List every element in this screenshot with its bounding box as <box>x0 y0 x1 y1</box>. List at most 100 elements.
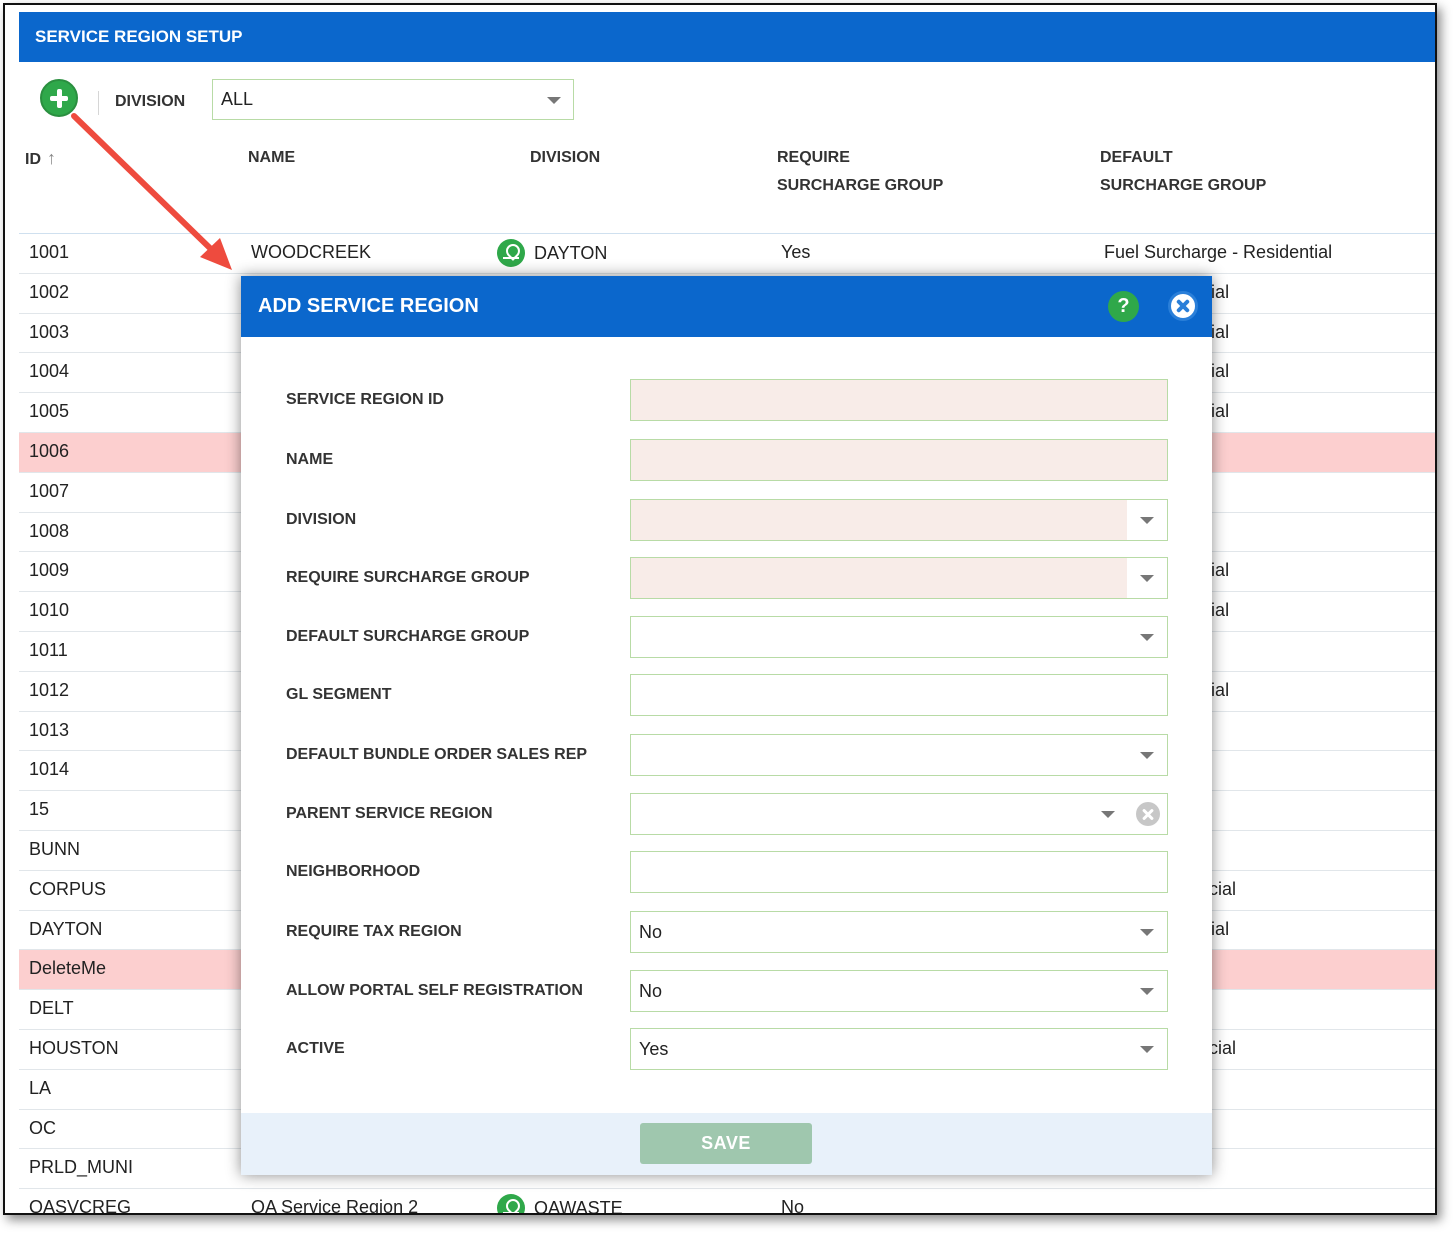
column-header-division[interactable]: DIVISION <box>530 144 600 172</box>
cell-name: QA Service Region 2 <box>251 1197 419 1215</box>
form-row: REQUIRE SURCHARGE GROUP <box>241 557 1212 599</box>
cell-id: PRLD_MUNI <box>29 1157 134 1178</box>
division-filter-select[interactable]: ALL <box>212 79 574 120</box>
field-label: PARENT SERVICE REGION <box>286 805 493 822</box>
cell-id: 1007 <box>29 480 70 501</box>
cell-require-surcharge: No <box>781 1197 805 1215</box>
cell-require-surcharge: Yes <box>781 242 811 262</box>
chevron-down-icon[interactable] <box>1140 575 1154 582</box>
require-surcharge-group-select[interactable] <box>630 557 1168 599</box>
field-label: ACTIVE <box>286 1040 345 1057</box>
field-label: GL SEGMENT <box>286 686 392 703</box>
cell-id: 1012 <box>29 679 70 700</box>
cell-id: QASVCREG <box>29 1197 132 1215</box>
column-header-id[interactable]: ID ↑ <box>25 144 56 174</box>
division-select[interactable] <box>630 499 1168 541</box>
cell-id: 1011 <box>29 639 68 660</box>
dialog-footer: SAVE <box>241 1113 1212 1175</box>
map-pin-icon <box>497 239 525 267</box>
column-header-default-surcharge[interactable]: DEFAULT SURCHARGE GROUP <box>1100 144 1266 200</box>
cell-id: 1004 <box>29 361 70 382</box>
column-header-require-surcharge[interactable]: REQUIRE SURCHARGE GROUP <box>777 144 943 200</box>
cell-id: 1003 <box>29 321 70 342</box>
cell-id: HOUSTON <box>29 1037 119 1058</box>
form-row: GL SEGMENT <box>241 674 1212 716</box>
field-label: NEIGHBORHOOD <box>286 863 421 880</box>
chevron-down-icon[interactable] <box>1140 517 1154 524</box>
allow-portal-self-registration-select[interactable]: No <box>630 970 1168 1012</box>
division-filter-value: ALL <box>221 89 254 109</box>
form-row: DEFAULT BUNDLE ORDER SALES REP <box>241 734 1212 776</box>
field-label: DEFAULT SURCHARGE GROUP <box>286 628 530 645</box>
cell-id: 1002 <box>29 281 70 302</box>
form-row: SERVICE REGION ID <box>241 379 1212 421</box>
add-region-button[interactable] <box>40 79 78 117</box>
chevron-down-icon <box>547 97 561 104</box>
field-label: DIVISION <box>286 511 357 528</box>
cell-id: DELT <box>29 998 74 1019</box>
field-value: No <box>639 922 663 942</box>
require-tax-region-select[interactable]: No <box>630 911 1168 953</box>
cell-default-surcharge: Fuel Surcharge - Residential <box>1104 242 1333 262</box>
toolbar: DIVISION ALL <box>19 62 1435 122</box>
field-value: Yes <box>639 1039 669 1059</box>
form-row: ACTIVE Yes <box>241 1028 1212 1070</box>
toolbar-divider <box>98 91 99 115</box>
cell-division: QAWASTE <box>497 1194 623 1213</box>
cell-id: 1005 <box>29 401 70 422</box>
active-select[interactable]: Yes <box>630 1028 1168 1070</box>
dialog-title: ADD SERVICE REGION <box>241 276 1212 337</box>
field-label: REQUIRE SURCHARGE GROUP <box>286 569 530 586</box>
form-row: NEIGHBORHOOD <box>241 851 1212 893</box>
chevron-down-icon[interactable] <box>1101 811 1115 818</box>
neighborhood-input[interactable] <box>630 851 1168 893</box>
default-surcharge-group-select[interactable] <box>630 616 1168 658</box>
parent-service-region-select[interactable] <box>630 793 1168 835</box>
cell-id: 15 <box>29 799 50 820</box>
form-row: REQUIRE TAX REGION No <box>241 911 1212 953</box>
cell-name: WOODCREEK <box>251 242 372 262</box>
save-button[interactable]: SAVE <box>640 1123 812 1164</box>
field-label: DEFAULT BUNDLE ORDER SALES REP <box>286 746 588 763</box>
column-header-name[interactable]: NAME <box>248 144 295 172</box>
page-title: SERVICE REGION SETUP <box>19 12 1435 62</box>
form-row: DIVISION <box>241 499 1212 541</box>
cell-id: 1001 <box>29 242 70 262</box>
form-row: NAME <box>241 439 1212 481</box>
add-service-region-dialog: ADD SERVICE REGION ? SERVICE REGION ID N… <box>241 276 1212 1175</box>
cell-id: DAYTON <box>29 918 103 939</box>
chevron-down-icon[interactable] <box>1140 634 1154 641</box>
form-row: DEFAULT SURCHARGE GROUP <box>241 616 1212 658</box>
cell-id: 1008 <box>29 520 70 541</box>
chevron-down-icon[interactable] <box>1140 988 1154 995</box>
cell-id: 1010 <box>29 600 70 621</box>
field-label: SERVICE REGION ID <box>286 391 444 408</box>
default-bundle-sales-rep-select[interactable] <box>630 734 1168 776</box>
field-label: ALLOW PORTAL SELF REGISTRATION <box>286 982 583 999</box>
gl-segment-input[interactable] <box>630 674 1168 716</box>
sort-ascending-icon[interactable]: ↑ <box>47 144 56 172</box>
field-value: No <box>639 981 663 1001</box>
form-row: ALLOW PORTAL SELF REGISTRATION No <box>241 970 1212 1012</box>
division-filter-label: DIVISION <box>115 93 186 110</box>
chevron-down-icon[interactable] <box>1140 752 1154 759</box>
chevron-down-icon[interactable] <box>1140 1046 1154 1053</box>
clear-icon[interactable] <box>1136 802 1160 826</box>
close-icon[interactable] <box>1168 291 1198 321</box>
cell-division: DAYTON <box>497 239 607 267</box>
cell-id: 1013 <box>29 719 70 740</box>
table-row[interactable]: QASVCREG QA Service Region 2 QAWASTE No <box>19 1189 1435 1215</box>
cell-id: 1014 <box>29 759 70 780</box>
table-row[interactable]: 1001 WOODCREEK DAYTON Yes Fuel Surcharge - R… <box>19 234 1435 274</box>
chevron-down-icon[interactable] <box>1140 929 1154 936</box>
cell-id: 1006 <box>29 440 70 461</box>
table-header: ID ↑ NAME DIVISION REQUIRE SURCHARGE GROU… <box>19 122 1435 234</box>
cell-id: 1009 <box>29 560 70 581</box>
help-icon[interactable]: ? <box>1108 291 1139 322</box>
map-pin-icon <box>497 1194 525 1213</box>
name-input[interactable] <box>630 439 1168 481</box>
cell-id: BUNN <box>29 838 81 859</box>
service-region-id-input[interactable] <box>630 379 1168 421</box>
cell-id: OC <box>29 1117 56 1138</box>
cell-id: CORPUS <box>29 878 107 899</box>
